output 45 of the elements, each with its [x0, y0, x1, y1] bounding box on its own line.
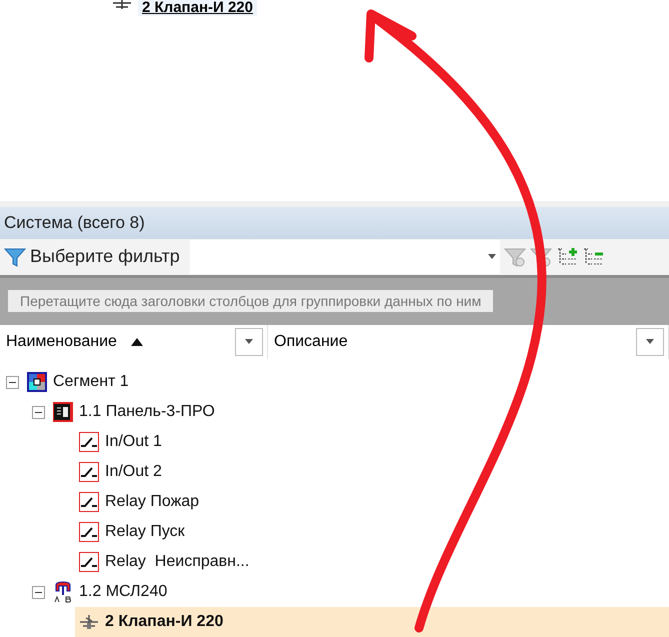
- column-label: Описание: [274, 332, 348, 351]
- tree-row[interactable]: 2 Клапан-И 220: [75, 607, 669, 637]
- caret-icon: [488, 254, 496, 260]
- node-label: Relay Неисправн...: [105, 553, 250, 571]
- column-filter-button[interactable]: [636, 328, 664, 356]
- panel-title: Система (всего 8): [3, 212, 145, 233]
- filter-label[interactable]: Выберите фильтр: [30, 246, 180, 268]
- tree-row[interactable]: In/Out 1: [75, 427, 669, 457]
- tree-row[interactable]: Relay Пожар: [75, 487, 669, 517]
- column-header[interactable]: Наименование: [0, 324, 268, 359]
- collapse-toggle[interactable]: [32, 406, 45, 418]
- collapse-toggle[interactable]: [6, 376, 19, 388]
- node-label: 2 Клапан-И 220: [105, 613, 224, 631]
- panel-icon: [53, 402, 73, 422]
- tree-row[interactable]: Relay Неисправн...: [75, 547, 669, 577]
- node-label[interactable]: 2 Клапан-И 220: [138, 0, 257, 16]
- segment-icon: [27, 372, 47, 392]
- filter-icon[interactable]: [4, 246, 26, 268]
- relay-contact-icon: [79, 462, 99, 482]
- tree-row[interactable]: Сегмент 1: [23, 367, 669, 397]
- collapse-toggle[interactable]: [32, 586, 45, 598]
- node-label: 1.2 МСЛ240: [79, 583, 168, 601]
- relay-contact-icon: [79, 432, 99, 452]
- valve-icon: [112, 0, 132, 12]
- module-icon: [53, 581, 73, 603]
- node-label: Relay Пожар: [105, 493, 200, 511]
- column-label: Наименование: [6, 332, 117, 351]
- caret-icon: [646, 339, 654, 344]
- relay-contact-icon: [79, 552, 99, 572]
- node-label: In/Out 1: [105, 433, 162, 451]
- tree-row[interactable]: In/Out 2: [75, 457, 669, 487]
- tree-row[interactable]: 1.1 Панель-3-ПРО: [49, 397, 669, 427]
- relay-contact-icon: [79, 492, 99, 512]
- tree-row[interactable]: Relay Пуск: [75, 517, 669, 547]
- node-label: Сегмент 1: [53, 373, 129, 391]
- grouping-hint: Перетащите сюда заголовки столбцов для группировки данных по ним: [8, 290, 494, 312]
- relay-contact-icon: [79, 522, 99, 542]
- column-header[interactable]: Описание: [268, 324, 669, 359]
- node-label: Relay Пуск: [105, 523, 185, 541]
- node-label: 1.1 Панель-3-ПРО: [79, 403, 215, 421]
- tree-row[interactable]: 1.2 МСЛ240: [49, 577, 669, 607]
- caret-icon: [245, 339, 253, 344]
- node-label: In/Out 2: [105, 463, 162, 481]
- valve-icon: [79, 613, 99, 631]
- column-filter-button[interactable]: [235, 328, 263, 356]
